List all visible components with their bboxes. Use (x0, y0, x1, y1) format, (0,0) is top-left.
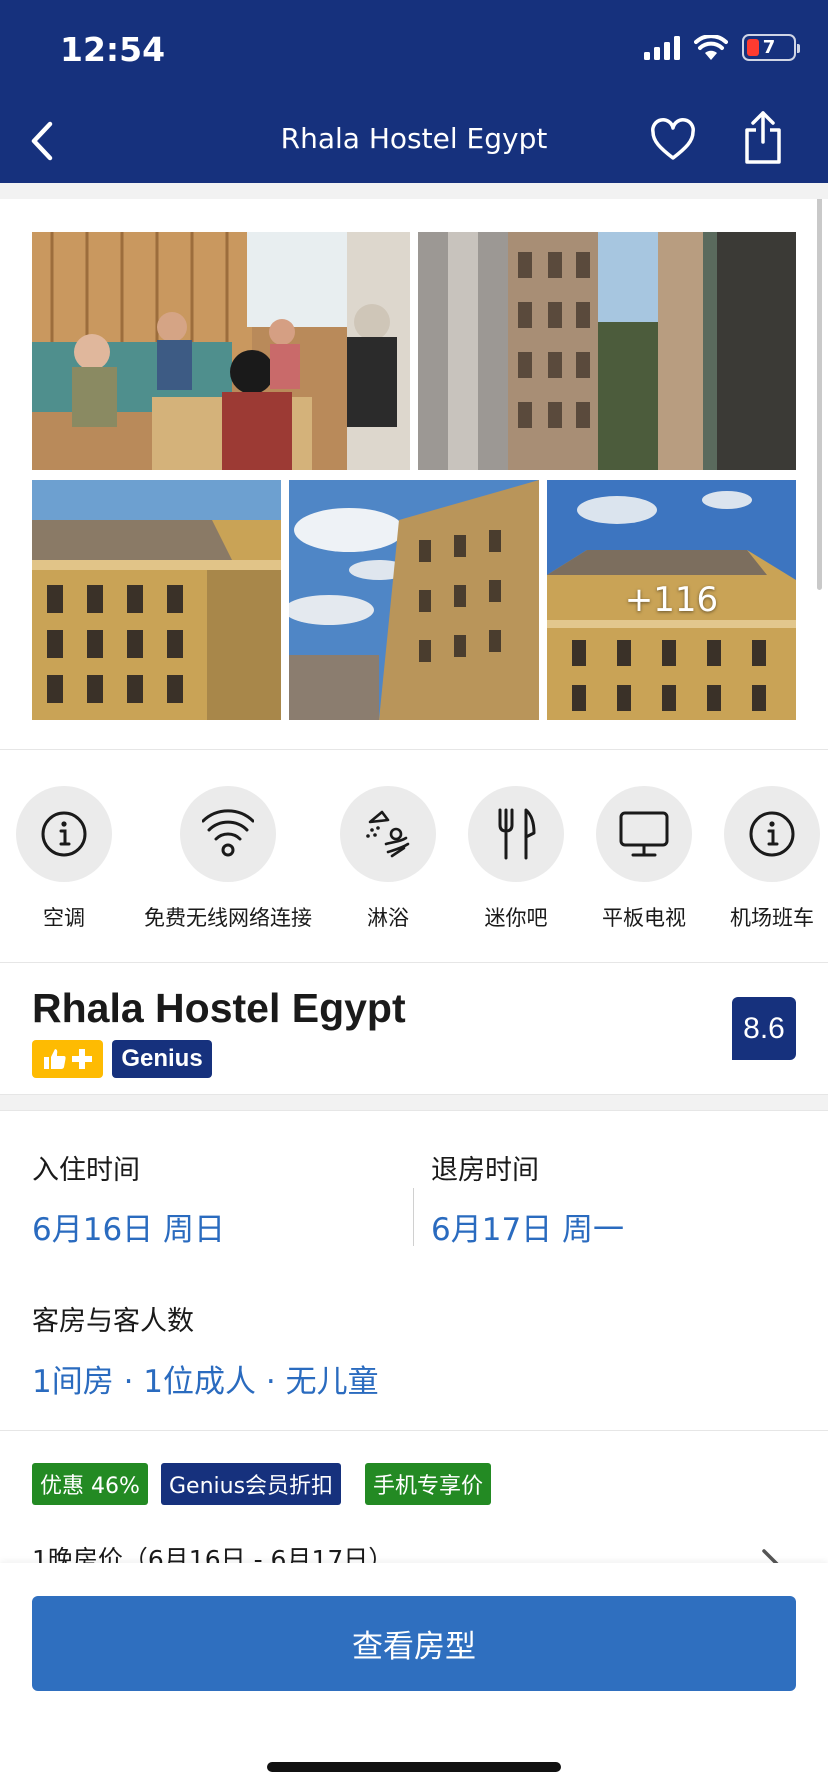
amenity-icon-circle (724, 786, 820, 882)
plus-icon (71, 1049, 92, 1069)
wifi-icon (694, 35, 728, 60)
status-icons: 7 (644, 34, 800, 61)
gallery-photo-2[interactable] (418, 232, 796, 470)
common-room-image (32, 232, 410, 470)
amenity-minibar[interactable]: 迷你吧 (468, 786, 564, 932)
amenity-label: 空调 (43, 906, 85, 930)
gallery-photo-1[interactable] (32, 232, 410, 470)
amenity-icon-circle (468, 786, 564, 882)
amenity-icon-circle (16, 786, 112, 882)
property-name: Rhala Hostel Egypt (32, 985, 406, 1031)
info-icon (749, 811, 795, 857)
gallery-photo-more[interactable]: +116 (547, 480, 796, 720)
mobile-price-tag: 手机专享价 (365, 1463, 492, 1505)
checkin-label: 入住时间 (32, 1155, 140, 1186)
checkout-date[interactable]: 6月17日 周一 (431, 1204, 624, 1249)
divider (0, 749, 828, 750)
battery-level: 7 (762, 37, 776, 58)
share-button[interactable] (742, 110, 784, 166)
amenity-flat-tv[interactable]: 平板电视 (596, 786, 692, 932)
back-button[interactable] (22, 116, 62, 166)
battery-charging-icon: 7 (742, 34, 800, 61)
genius-badge: Genius (112, 1040, 212, 1078)
rooms-guests-label: 客房与客人数 (32, 1306, 194, 1337)
page-title: Rhala Hostel Egypt (280, 122, 548, 155)
app-header: 12:54 7 Rhala Hostel Egypt (0, 0, 828, 183)
checkin-date[interactable]: 6月16日 周日 (32, 1204, 225, 1249)
home-indicator (267, 1762, 561, 1772)
heart-icon (651, 118, 695, 160)
amenity-air-conditioning[interactable]: 空调 (16, 786, 112, 932)
amenity-icon-circle (180, 786, 276, 882)
more-photos-count: +116 (624, 580, 719, 620)
wifi-icon (202, 809, 254, 857)
rooms-guests-value[interactable]: 1间房 · 1位成人 · 无儿童 (32, 1356, 379, 1401)
cellular-signal-icon (644, 35, 680, 60)
divider (413, 1188, 414, 1246)
checkout-label: 退房时间 (431, 1155, 539, 1186)
scroll-indicator (817, 192, 822, 590)
preferred-partner-badge (32, 1040, 103, 1078)
amenity-icon-circle (340, 786, 436, 882)
status-time: 12:54 (60, 30, 166, 69)
amenity-free-wifi[interactable]: 免费无线网络连接 (144, 786, 312, 932)
discount-tag: 优惠 46% (32, 1463, 148, 1505)
amenity-shower[interactable]: 淋浴 (340, 786, 436, 932)
section-divider (0, 1094, 828, 1111)
thumbs-up-icon (43, 1049, 66, 1069)
property-page: 12:54 7 Rhala Hostel Egypt +116 空调 免费无线网… (0, 0, 828, 1792)
amenity-label: 平板电视 (602, 906, 686, 930)
building-sky-image (289, 480, 539, 720)
divider (0, 1430, 828, 1431)
street-view-image (418, 232, 796, 470)
shower-icon (366, 810, 410, 858)
view-rooms-button[interactable]: 查看房型 (32, 1596, 796, 1691)
amenity-airport-shuttle[interactable]: 机场班车 (724, 786, 820, 932)
info-icon (41, 811, 87, 857)
gallery-photo-4[interactable] (289, 480, 539, 720)
building-facade-image (32, 480, 281, 720)
cutlery-icon (498, 808, 536, 860)
genius-discount-tag: Genius会员折扣 (161, 1463, 342, 1505)
amenity-label: 淋浴 (367, 906, 409, 930)
amenity-icon-circle (596, 786, 692, 882)
chevron-left-icon (31, 121, 53, 161)
amenity-label: 迷你吧 (484, 906, 548, 930)
share-icon (745, 111, 781, 164)
favorite-button[interactable] (650, 118, 696, 164)
amenity-label: 免费无线网络连接 (144, 906, 312, 930)
gallery-photo-3[interactable] (32, 480, 281, 720)
section-divider (0, 183, 828, 199)
review-score[interactable]: 8.6 (732, 997, 796, 1060)
monitor-icon (619, 811, 669, 857)
divider (0, 962, 828, 963)
amenity-label: 机场班车 (730, 906, 814, 930)
